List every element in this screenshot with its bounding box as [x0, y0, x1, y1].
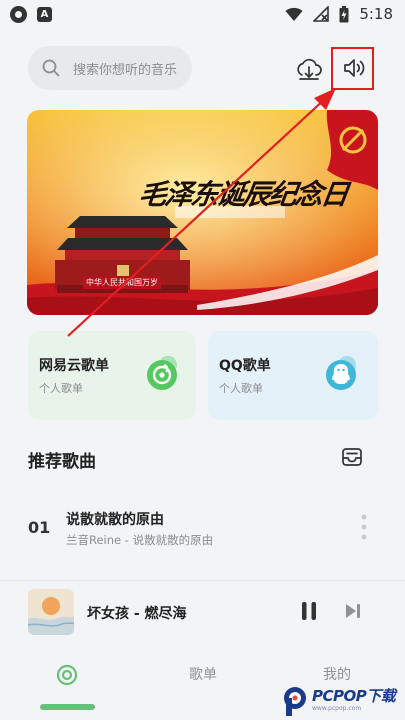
- card-title: QQ歌单: [219, 358, 271, 374]
- wifi-icon: [285, 7, 303, 21]
- next-track-icon[interactable]: [344, 602, 362, 620]
- clock: 5:18: [359, 5, 393, 23]
- qq-penguin-icon: [326, 356, 356, 390]
- album-cover: [28, 589, 74, 635]
- netease-music-icon: [147, 356, 177, 390]
- annotation-highlight-box: [331, 47, 374, 90]
- mini-player[interactable]: 坏女孩 - 燃尽海: [0, 580, 405, 642]
- song-list-item[interactable]: 01 说散就散的原由 兰音Reine - 说散就散的原由: [0, 496, 405, 558]
- now-playing-title: 坏女孩 - 燃尽海: [87, 606, 187, 622]
- watermark-url: www.pcpop.com: [312, 705, 362, 712]
- watermark-brand: PCPOP下载: [312, 687, 396, 705]
- app-notification-icon: A: [37, 7, 52, 22]
- song-index: 01: [28, 518, 51, 537]
- banner-title: 毛泽东诞辰纪念日: [136, 178, 350, 211]
- card-subtitle: 个人歌单: [219, 382, 263, 395]
- search-input[interactable]: 搜索你想听的音乐: [28, 46, 192, 90]
- pcpop-logo-icon: [284, 687, 306, 716]
- section-title-recommend: 推荐歌曲: [28, 452, 96, 472]
- netease-playlist-card[interactable]: 网易云歌单 个人歌单: [28, 331, 196, 420]
- tab-mine[interactable]: 我的: [323, 664, 351, 684]
- more-options-icon[interactable]: [361, 514, 367, 540]
- song-title: 说散就散的原由: [66, 512, 164, 528]
- card-title: 网易云歌单: [39, 358, 109, 374]
- status-bar: A 5:18: [0, 0, 405, 30]
- card-subtitle: 个人歌单: [39, 382, 83, 395]
- qq-playlist-card[interactable]: QQ歌单 个人歌单: [208, 331, 378, 420]
- download-icon[interactable]: [296, 57, 322, 81]
- watermark: PCPOP下载 www.pcpop.com: [279, 683, 405, 720]
- song-artist: 兰音Reine - 说散就散的原由: [66, 533, 214, 547]
- tab-playlist[interactable]: 歌单: [189, 664, 217, 684]
- promo-banner[interactable]: 毛泽东诞辰纪念日 中华人民共和国万岁: [27, 110, 378, 315]
- pause-icon[interactable]: [299, 601, 319, 621]
- battery-icon: [339, 5, 349, 22]
- banner-sign: 中华人民共和国万岁: [83, 276, 161, 289]
- search-placeholder: 搜索你想听的音乐: [73, 63, 178, 78]
- active-tab-indicator: [40, 704, 95, 710]
- inbox-icon[interactable]: [341, 446, 363, 468]
- search-icon: [42, 59, 60, 77]
- home-tab-icon[interactable]: [56, 664, 78, 686]
- notification-icon: [10, 6, 27, 23]
- no-signal-icon: [313, 6, 330, 22]
